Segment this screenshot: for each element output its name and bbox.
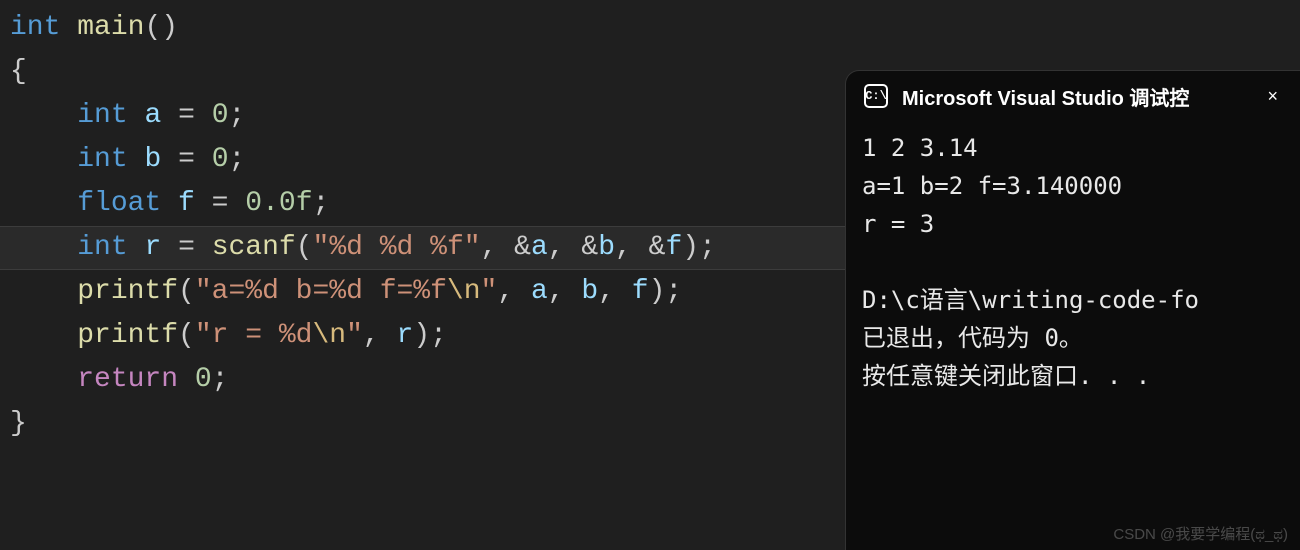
token: \n: [447, 276, 481, 307]
token: f: [161, 188, 211, 219]
token: ,: [598, 276, 632, 307]
token: &: [649, 232, 666, 263]
code-line[interactable]: int main(): [0, 6, 845, 50]
token: ;: [229, 100, 246, 131]
code-line[interactable]: int a = 0;: [0, 94, 845, 138]
token: scanf: [212, 232, 296, 263]
token: int: [10, 12, 60, 43]
token: ,: [363, 320, 397, 351]
token: "%d %d %f": [313, 232, 481, 263]
token: int: [77, 144, 127, 175]
token: ,: [548, 232, 582, 263]
token: =: [178, 144, 195, 175]
token: ,: [615, 232, 649, 263]
token: 0: [212, 100, 229, 131]
token: =: [178, 100, 195, 131]
token: a: [531, 232, 548, 263]
token: =: [212, 188, 229, 219]
token: "r = %d: [195, 320, 313, 351]
token: ): [413, 320, 430, 351]
token: ;: [665, 276, 682, 307]
debug-console-window: C:\ Microsoft Visual Studio 调试控 × 1 2 3.…: [845, 70, 1300, 550]
token: [195, 232, 212, 263]
code-line[interactable]: int r = scanf("%d %d %f", &a, &b, &f);: [0, 226, 845, 270]
code-line[interactable]: printf("r = %d\n", r);: [0, 314, 845, 358]
token: r: [128, 232, 178, 263]
console-titlebar[interactable]: C:\ Microsoft Visual Studio 调试控 ×: [846, 71, 1300, 121]
token: b: [598, 232, 615, 263]
token: 0.0f: [245, 188, 312, 219]
token: ): [682, 232, 699, 263]
token: b: [581, 276, 598, 307]
token: printf: [77, 320, 178, 351]
token: &: [514, 232, 531, 263]
terminal-icon: C:\: [864, 84, 888, 108]
token: &: [581, 232, 598, 263]
token: a: [128, 100, 178, 131]
token: r: [397, 320, 414, 351]
code-line[interactable]: }: [0, 402, 845, 446]
token: int: [77, 100, 127, 131]
token: float: [77, 188, 161, 219]
token: }: [10, 408, 27, 439]
code-line[interactable]: return 0;: [0, 358, 845, 402]
token: ;: [699, 232, 716, 263]
console-output[interactable]: 1 2 3.14 a=1 b=2 f=3.140000 r = 3 D:\c语言…: [846, 121, 1300, 403]
token: main: [77, 12, 144, 43]
code-editor[interactable]: int main(){ int a = 0; int b = 0; float …: [0, 0, 845, 550]
token: {: [10, 56, 27, 87]
token: ,: [481, 232, 515, 263]
token: ,: [548, 276, 582, 307]
token: [60, 12, 77, 43]
token: (: [178, 276, 195, 307]
token: [195, 100, 212, 131]
token: int: [77, 232, 127, 263]
token: [228, 188, 245, 219]
token: (: [296, 232, 313, 263]
token: =: [178, 232, 195, 263]
token: ;: [212, 364, 229, 395]
close-icon[interactable]: ×: [1259, 82, 1286, 111]
code-line[interactable]: int b = 0;: [0, 138, 845, 182]
code-line[interactable]: printf("a=%d b=%d f=%f\n", a, b, f);: [0, 270, 845, 314]
token: \n: [312, 320, 346, 351]
token: f: [632, 276, 649, 307]
token: 0: [212, 144, 229, 175]
token: a: [531, 276, 548, 307]
code-line[interactable]: {: [0, 50, 845, 94]
token: ": [346, 320, 363, 351]
token: printf: [77, 276, 178, 307]
token: f: [665, 232, 682, 263]
token: ,: [497, 276, 531, 307]
watermark: CSDN @我要学编程(ಥ_ಥ): [1113, 523, 1288, 544]
token: (): [144, 12, 178, 43]
token: ): [649, 276, 666, 307]
token: return: [77, 364, 178, 395]
token: b: [128, 144, 178, 175]
console-title: Microsoft Visual Studio 调试控: [902, 82, 1245, 111]
token: [195, 144, 212, 175]
token: [178, 364, 195, 395]
token: ;: [229, 144, 246, 175]
token: ;: [430, 320, 447, 351]
token: "a=%d b=%d f=%f: [195, 276, 447, 307]
token: ": [481, 276, 498, 307]
code-line[interactable]: float f = 0.0f;: [0, 182, 845, 226]
token: 0: [195, 364, 212, 395]
token: (: [178, 320, 195, 351]
token: ;: [313, 188, 330, 219]
